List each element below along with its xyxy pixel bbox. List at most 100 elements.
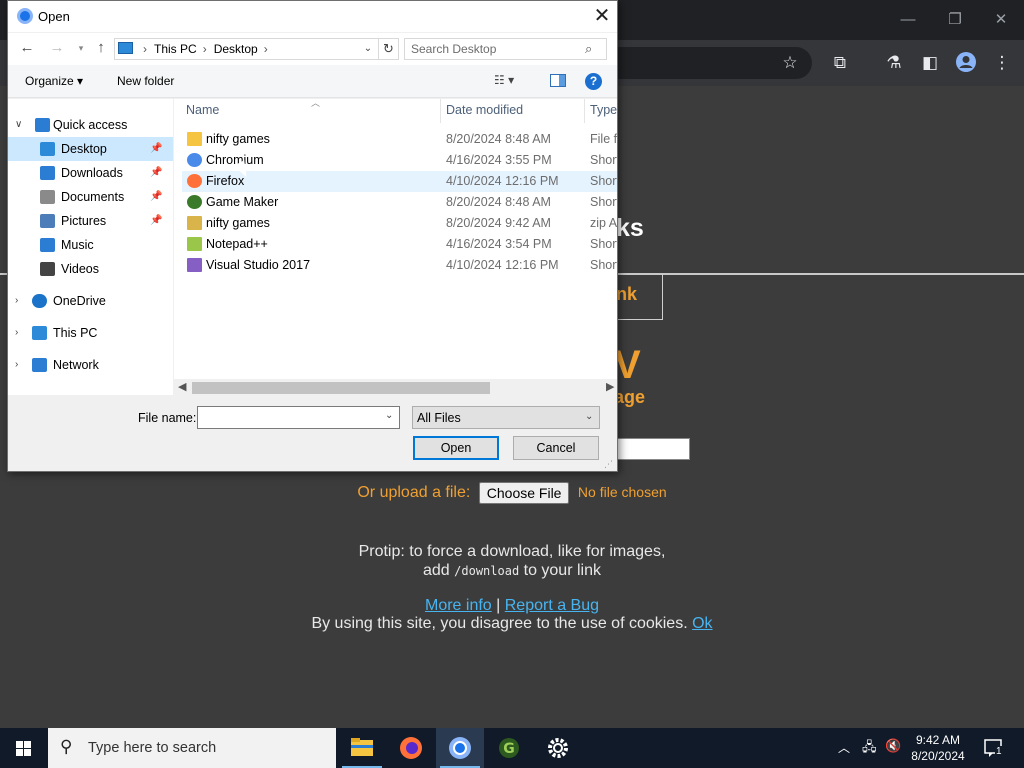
file-type: Short [590,237,617,251]
protip-line1: Protip: to force a download, like for im… [358,543,666,560]
search-field[interactable]: ⌕ [404,38,607,60]
file-row[interactable]: Game Maker 8/20/2024 8:48 AM Short [182,192,617,213]
file-row[interactable]: nifty games 8/20/2024 9:42 AM zip A [182,213,617,234]
windows-icon [16,741,32,757]
nav-item-this-pc[interactable]: › This PC [8,321,173,345]
scrollbar-thumb[interactable] [192,382,490,394]
chevron-right-icon[interactable]: › [15,321,25,345]
taskbar-search-placeholder: Type here to search [88,740,217,756]
clock[interactable]: 9:42 AM 8/20/2024 [908,732,968,764]
firefox-icon[interactable] [387,728,435,768]
breadcrumb-desktop[interactable]: Desktop [214,42,258,56]
chevron-down-icon[interactable]: ∨ [15,113,25,137]
more-info-link[interactable]: More info [425,597,492,614]
change-view-icon[interactable]: ☷ ▾ [494,73,514,87]
restore-icon[interactable]: ❐ [943,8,967,32]
link-button-label: nk [616,284,638,304]
report-bug-link[interactable]: Report a Bug [505,597,599,614]
download-code: /download [454,564,520,578]
volume-muted-icon[interactable]: 🔇 [885,738,901,768]
nav-item-quick-access[interactable]: ∨ Quick access [8,113,173,137]
refresh-icon[interactable]: ↻ [378,39,398,59]
taskbar-search[interactable]: ⚲ Type here to search [48,728,336,768]
cancel-button[interactable]: Cancel [513,436,599,460]
resize-grip-icon[interactable]: ⋰ [604,459,613,470]
column-divider[interactable] [440,99,441,123]
minimize-icon[interactable]: — [896,8,920,32]
chevron-up-icon[interactable]: ︿ [838,739,850,768]
column-type[interactable]: Type [590,103,617,117]
search-icon: ⌕ [585,41,593,56]
protip-line2: add /download to your link [423,562,601,579]
up-arrow-icon[interactable]: ↑ [92,39,110,57]
computer-icon [32,326,47,340]
chromium-icon[interactable] [436,728,484,768]
search-input[interactable] [411,42,581,56]
nav-item-videos[interactable]: Videos [8,257,173,281]
new-folder-button[interactable]: New folder [117,74,174,88]
chevron-down-icon[interactable]: ⌄ [385,410,393,421]
upload-row: Or upload a file: Choose File No file ch… [0,482,1024,504]
gamemaker-icon[interactable]: G [485,728,533,768]
star-icon[interactable]: ☆ [778,51,802,75]
file-date-modified: 4/10/2024 12:16 PM [446,258,559,272]
nav-item-pictures[interactable]: Pictures 📌 [8,209,173,233]
open-button[interactable]: Open [413,436,499,460]
chevron-down-icon[interactable]: ⌄ [360,41,376,57]
scroll-left-icon[interactable]: ◀ [178,380,186,393]
file-row[interactable]: Notepad++ 4/16/2024 3:54 PM Short [182,234,617,255]
scroll-right-icon[interactable]: ▶ [606,380,614,393]
file-name: Game Maker [206,195,279,209]
profile-icon[interactable] [954,51,978,75]
network-status-icon[interactable]: 🖧 [862,738,877,768]
breadcrumb-this-pc[interactable]: This PC [154,42,197,56]
organize-button[interactable]: Organize ▾ [25,74,83,88]
nav-item-desktop[interactable]: Desktop 📌 [8,137,173,161]
help-icon[interactable]: ? [585,73,602,90]
star-icon [35,118,50,132]
cookie-ok-link[interactable]: Ok [692,615,712,632]
nav-item-documents[interactable]: Documents 📌 [8,185,173,209]
forward-arrow-icon[interactable]: → [48,39,66,57]
desktop-icon [40,142,55,156]
file-row[interactable]: Visual Studio 2017 4/10/2024 12:16 PM Shor… [182,255,617,276]
file-type: Short [590,174,617,188]
horizontal-scrollbar[interactable]: ◀ ▶ [174,379,617,396]
nav-item-music[interactable]: Music [8,233,173,257]
chevron-right-icon[interactable]: › [15,289,25,313]
column-name[interactable]: Name [186,103,219,117]
close-window-icon[interactable]: ✕ [989,8,1013,32]
pin-icon: 📌 [150,215,163,226]
close-icon[interactable]: ✕ [588,3,616,29]
cookie-notice: By using this site, you disagree to the … [311,615,713,632]
taskbar: ⚲ Type here to search G ︿ 🖧 🔇 9:42 AM 8/… [0,728,1024,768]
nav-item-downloads[interactable]: Downloads 📌 [8,161,173,185]
chevron-right-icon[interactable]: › [15,353,25,377]
notifications-icon[interactable]: 1 [983,737,1005,768]
file-list: ︿ Name Date modified Type nifty games 8/2… [174,99,617,379]
recent-locations-icon[interactable]: ▾ [72,39,90,57]
file-type-select[interactable]: All Files ⌄ [412,406,600,429]
settings-icon[interactable] [534,728,582,768]
column-date-modified[interactable]: Date modified [446,103,523,117]
nav-item-label: OneDrive [53,294,106,308]
file-row[interactable]: nifty games 8/20/2024 8:48 AM File fo [182,129,617,150]
file-name-label: File name: [138,411,197,425]
file-explorer-icon[interactable] [338,728,386,768]
breadcrumb[interactable]: › This PC › Desktop › ⌄ ↻ [114,38,399,60]
labs-icon[interactable]: ⚗ [882,51,906,75]
side-panel-icon[interactable]: ◧ [918,51,942,75]
start-button[interactable] [0,728,48,768]
menu-icon[interactable]: ⋮ [990,51,1014,75]
file-name-combobox[interactable]: ⌄ [197,406,400,429]
extensions-icon[interactable]: ⧉ [828,51,852,75]
preview-pane-icon[interactable] [550,74,566,87]
nav-item-network[interactable]: › Network [8,353,173,377]
column-divider[interactable] [584,99,585,123]
back-arrow-icon[interactable]: ← [18,39,36,57]
file-name-input[interactable] [202,410,382,424]
nav-item-onedrive[interactable]: › OneDrive [8,289,173,313]
download-icon [40,166,55,180]
upload-label: Or upload a file: [357,484,471,502]
choose-file-button[interactable]: Choose File [478,482,570,504]
